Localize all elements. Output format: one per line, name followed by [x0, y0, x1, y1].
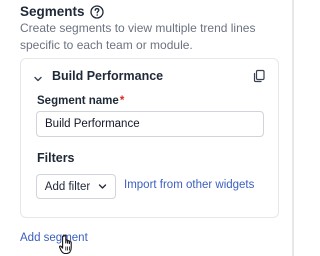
segment-card-header[interactable]: Build Performance [33, 67, 266, 85]
chevron-down-icon [98, 182, 107, 191]
segments-title: Segments [20, 4, 85, 19]
import-from-widgets-link[interactable]: Import from other widgets [124, 179, 254, 191]
question-circle-icon[interactable] [89, 4, 104, 19]
segments-panel: Segments Create segments to view multipl… [0, 0, 294, 256]
segment-name-input[interactable] [36, 111, 264, 137]
panel-edge [292, 0, 294, 256]
segment-card-title: Build Performance [52, 69, 164, 83]
segment-name-label: Segment name* [37, 95, 124, 107]
required-marker: * [119, 95, 125, 107]
copy-icon[interactable] [252, 69, 266, 83]
segments-header: Segments [20, 4, 104, 19]
hand-cursor-icon [58, 234, 79, 256]
segment-card: Build Performance Segment name* Filters … [20, 58, 279, 218]
add-filter-label: Add filter [44, 180, 91, 193]
add-filter-button[interactable]: Add filter [36, 174, 116, 199]
segments-description: Create segments to view multiple trend l… [20, 21, 256, 52]
segment-name-label-text: Segment name [37, 95, 119, 107]
filters-title: Filters [37, 151, 75, 165]
chevron-down-icon[interactable] [33, 71, 43, 82]
